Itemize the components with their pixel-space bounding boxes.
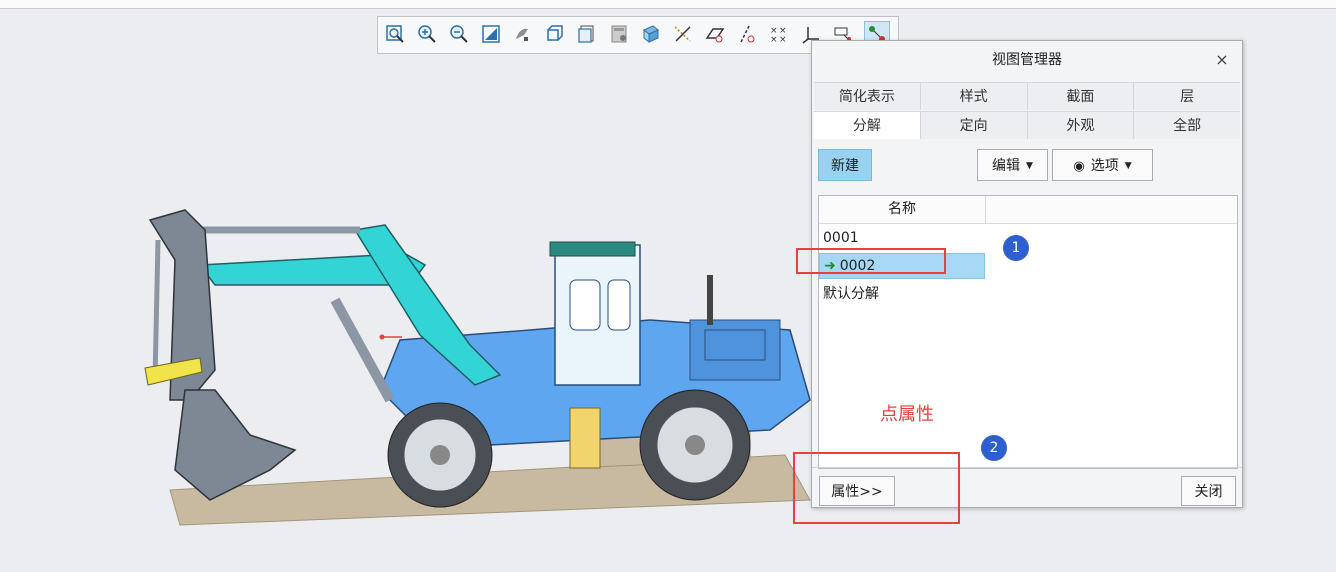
tab-section[interactable]: 截面 — [1027, 82, 1135, 110]
zoom-in-icon[interactable] — [414, 21, 440, 47]
zoom-out-icon[interactable] — [446, 21, 472, 47]
column-name: 名称 — [819, 196, 986, 223]
eye-icon: ◉ — [1073, 159, 1085, 174]
list-item[interactable]: 0001 — [823, 227, 859, 249]
svg-text:×: × — [779, 35, 787, 45]
tab-row-2: 分解 定向 外观 全部 — [814, 111, 1240, 139]
list-item[interactable]: 默认分解 — [823, 283, 879, 305]
highlight-box-properties — [793, 452, 960, 524]
list-header: 名称 — [819, 196, 1237, 224]
view-manager-icon[interactable] — [574, 21, 600, 47]
tab-appearance[interactable]: 外观 — [1027, 111, 1135, 139]
edit-label: 编辑 — [992, 158, 1021, 174]
tab-all[interactable]: 全部 — [1134, 111, 1240, 139]
chevron-down-icon: ▼ — [1124, 161, 1132, 171]
section-icon[interactable] — [638, 21, 664, 47]
saved-orientation-icon[interactable] — [510, 21, 536, 47]
highlight-box-selected-item — [796, 248, 946, 274]
tab-style[interactable]: 样式 — [920, 82, 1028, 110]
close-icon[interactable]: × — [1212, 50, 1232, 70]
repaint-icon[interactable] — [478, 21, 504, 47]
hint-text: 点属性 — [880, 404, 934, 425]
perspective-icon[interactable] — [606, 21, 632, 47]
step-badge-2: 2 — [981, 435, 1007, 461]
chevron-down-icon: ▼ — [1026, 161, 1033, 171]
svg-text:×: × — [770, 35, 778, 45]
axis-display-icon[interactable] — [734, 21, 760, 47]
excavator-loader-model — [144, 209, 811, 526]
edit-dropdown[interactable]: 编辑 ▼ — [977, 149, 1048, 181]
display-style-icon[interactable] — [542, 21, 568, 47]
view-manager-dialog: 视图管理器 × 简化表示 样式 截面 层 分解 定向 外观 全部 新建 编辑 ▼ … — [811, 40, 1243, 508]
point-display-icon[interactable]: × × × × — [766, 21, 792, 47]
tab-layer[interactable]: 层 — [1134, 82, 1240, 110]
tab-orient[interactable]: 定向 — [920, 111, 1028, 139]
step-badge-1: 1 — [1003, 235, 1029, 261]
explode-state-list: 名称 0001 ➜ 0002 默认分解 — [818, 195, 1238, 469]
options-dropdown[interactable]: ◉ 选项 ▼ — [1052, 149, 1153, 181]
tab-explode[interactable]: 分解 — [814, 111, 921, 139]
zoom-fit-icon[interactable] — [382, 21, 408, 47]
dialog-title: 视图管理器 — [992, 52, 1062, 68]
tab-row-1: 简化表示 样式 截面 层 — [814, 82, 1240, 110]
datum-display-icon[interactable] — [670, 21, 696, 47]
top-border — [0, 0, 1336, 9]
plane-display-icon[interactable] — [702, 21, 728, 47]
options-label: 选项 — [1090, 158, 1119, 174]
new-button[interactable]: 新建 — [818, 149, 872, 181]
tab-simplified-rep[interactable]: 简化表示 — [814, 82, 921, 110]
close-button[interactable]: 关闭 — [1181, 476, 1236, 506]
